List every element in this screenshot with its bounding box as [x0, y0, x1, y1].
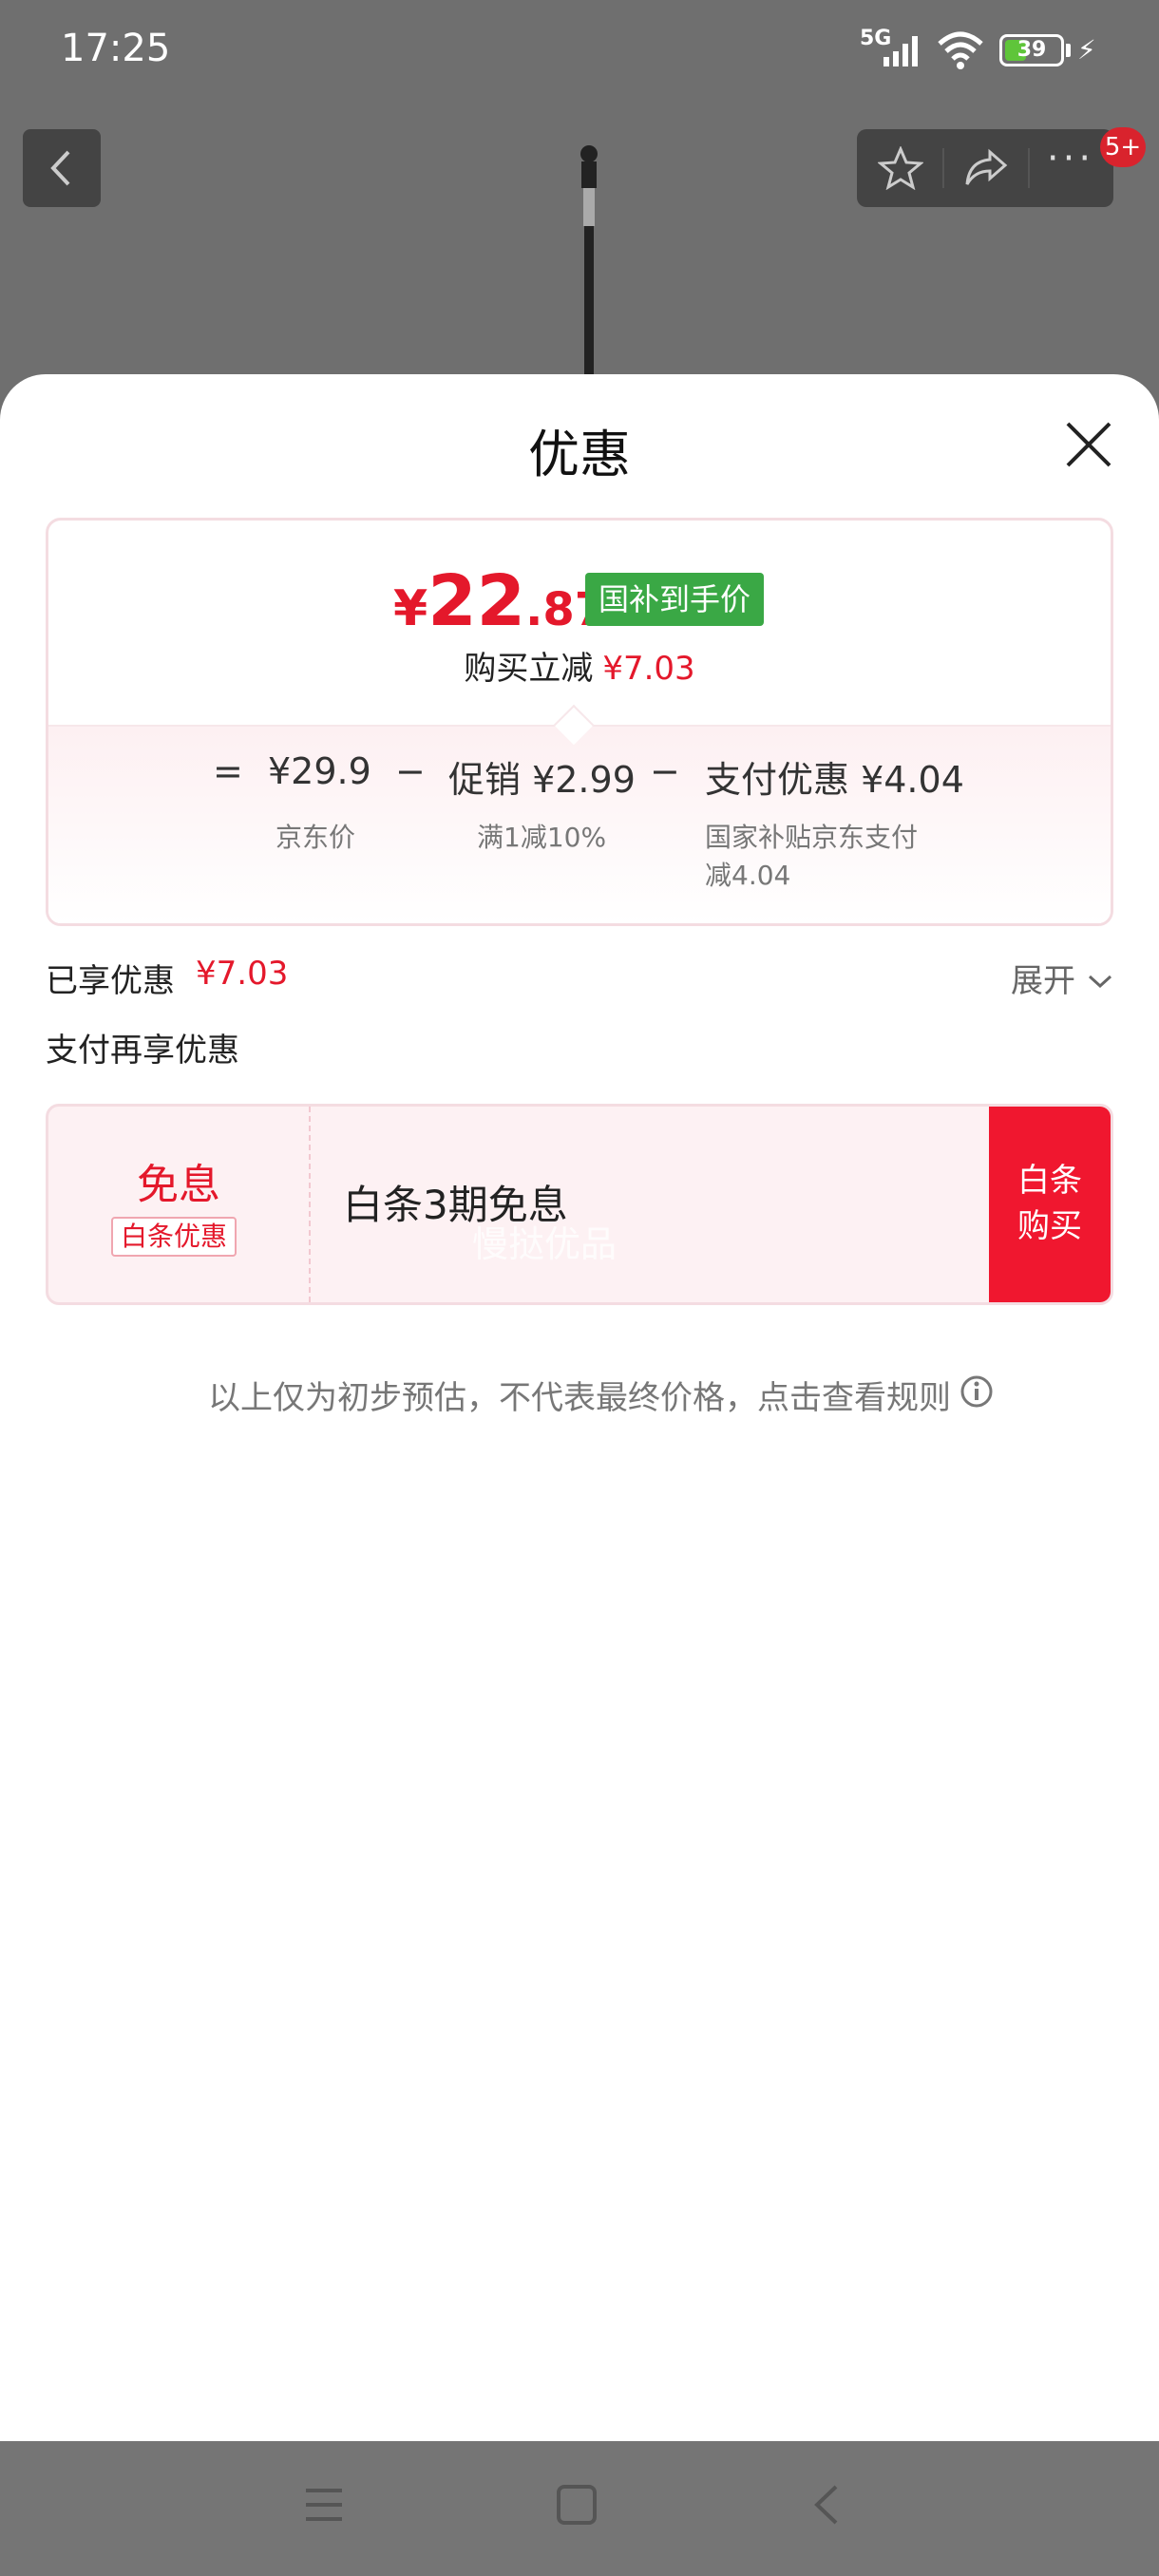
- payment-discount-desc-line2: 减4.04: [705, 860, 791, 891]
- coupon-type: 免息: [137, 1161, 220, 1209]
- wifi-icon: [938, 31, 983, 69]
- promotion-desc: 满1减10%: [477, 822, 607, 853]
- buy-button-line2: 购买: [1017, 1207, 1082, 1245]
- jd-price-label: 京东价: [276, 822, 356, 853]
- payment-discount-value: 支付优惠 ¥4.04: [705, 759, 964, 801]
- back-button[interactable]: [23, 129, 101, 207]
- baitiao-buy-button[interactable]: 白条 购买: [989, 1107, 1111, 1302]
- share-icon: [965, 148, 1008, 185]
- expand-button[interactable]: 展开: [1011, 955, 1075, 1001]
- action-group: ···: [857, 129, 1113, 207]
- price-symbol: ¥: [393, 580, 428, 637]
- battery-level: 39: [1016, 38, 1047, 62]
- enjoyed-discount-label: 已享优惠: [46, 962, 175, 1000]
- close-icon[interactable]: [1062, 418, 1115, 471]
- formula-op-equals: =: [213, 750, 243, 792]
- battery-tip: [1066, 44, 1071, 57]
- reduction-amount: ¥7.03: [602, 650, 695, 688]
- charging-icon: ⚡: [1077, 34, 1096, 66]
- pay-more-label: 支付再享优惠: [46, 1032, 239, 1070]
- baitiao-coupon[interactable]: 免息 白条优惠 白条3期免息 慢挞优品 白条 购买: [46, 1104, 1113, 1305]
- home-icon[interactable]: [555, 2483, 598, 2527]
- chevron-left-icon: [50, 150, 70, 186]
- favorite-button[interactable]: [857, 129, 942, 207]
- battery-icon: 39: [999, 34, 1064, 66]
- sheet-title: 优惠: [528, 425, 631, 484]
- coupon-tag: 白条优惠: [111, 1217, 238, 1257]
- enjoyed-discount-amount: ¥7.03: [196, 955, 289, 993]
- star-icon: [878, 146, 923, 190]
- info-icon[interactable]: [960, 1374, 994, 1409]
- share-button[interactable]: [942, 129, 1028, 207]
- jd-price-value: ¥29.9: [268, 750, 371, 792]
- product-image: [580, 145, 598, 380]
- formula-op-minus-1: −: [395, 750, 426, 792]
- instant-reduction: 购买立减 ¥7.03: [0, 642, 1159, 689]
- promotion-value: 促销 ¥2.99: [448, 759, 636, 801]
- payment-discount-desc: 国家补贴京东支付 减4.04: [705, 819, 918, 895]
- payment-discount-desc-line1: 国家补贴京东支付: [705, 822, 919, 853]
- subsidy-price-tag: 国补到手价: [585, 573, 765, 626]
- buy-button-line1: 白条: [1017, 1162, 1082, 1200]
- price-integer: 22: [428, 560, 526, 642]
- menu-icon[interactable]: [302, 2483, 346, 2527]
- final-price: ¥22.87: [393, 560, 606, 642]
- message-badge: 5+: [1100, 127, 1146, 167]
- reduction-label: 购买立减: [464, 650, 594, 688]
- system-navbar: [0, 2441, 1159, 2576]
- signal-icon: [884, 36, 918, 66]
- formula-op-minus-2: −: [650, 750, 680, 792]
- watermark: 慢挞优品: [472, 1223, 618, 1265]
- chevron-down-icon[interactable]: [1087, 973, 1113, 990]
- back-icon[interactable]: [806, 2483, 849, 2527]
- status-time: 17:25: [61, 27, 171, 70]
